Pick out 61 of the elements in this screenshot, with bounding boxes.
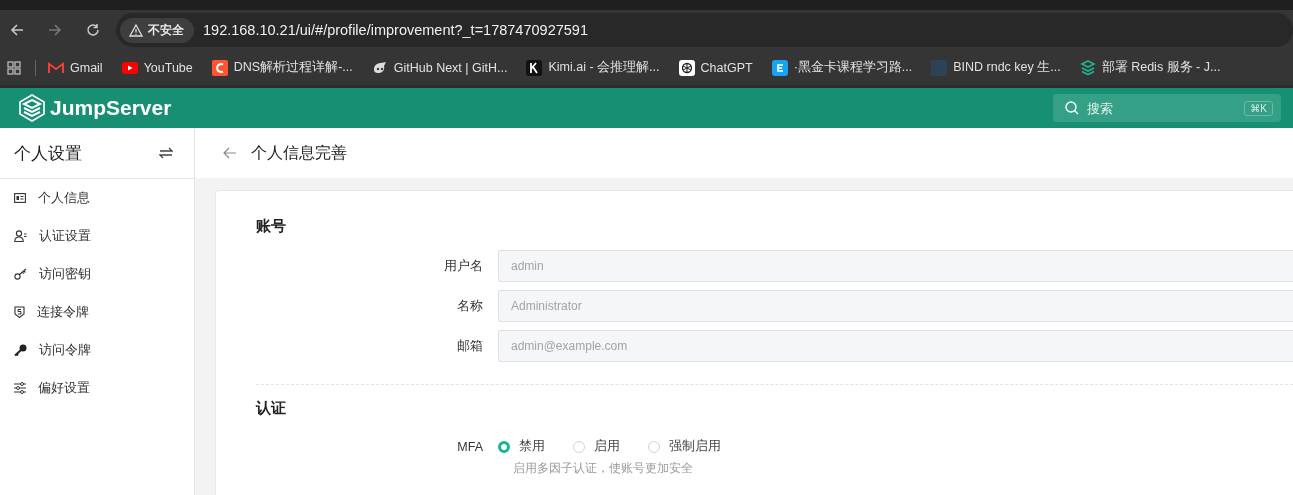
key-icon (14, 268, 27, 280)
sidebar-title: 个人设置 (14, 142, 82, 165)
bookmark[interactable]: BIND rndc key 生... (931, 59, 1061, 76)
bookmark[interactable]: ·黑金卡课程学习路... (771, 59, 913, 76)
url-text: 192.168.10.21/ui/#/profile/improvement?_t=1787470927591 (203, 22, 588, 38)
sidebar-item[interactable]: 偏好设置 (0, 369, 194, 407)
radio-option[interactable]: 强制启用 (648, 438, 721, 455)
swap-arrows-icon[interactable] (159, 147, 173, 159)
sidebar-item[interactable]: 个人信息 (0, 179, 194, 217)
letter-e-icon (771, 59, 788, 76)
section-title: 认证 (256, 399, 287, 418)
shield-icon (14, 306, 25, 318)
sidebar-item[interactable]: 连接令牌 (0, 293, 194, 331)
id-card-icon (14, 193, 26, 203)
shortcut-badge: ⌘K (1244, 100, 1273, 116)
address-bar[interactable]: 不安全 192.168.10.21/ui/#/profile/improvement?_t=1787470927591 (116, 13, 1293, 47)
photo-placeholder (931, 59, 948, 76)
play-icon (121, 61, 138, 74)
sidebar-item[interactable]: 访问令牌 (0, 331, 194, 369)
letter-k-icon (526, 59, 543, 76)
security-label: 不安全 (148, 21, 184, 39)
sliders-icon (14, 382, 26, 394)
sidebar-item[interactable]: 访问密钥 (0, 255, 194, 293)
radio-button[interactable] (573, 440, 585, 453)
radio-option[interactable]: 启用 (573, 438, 620, 455)
logo-text: JumpServer (50, 96, 172, 120)
bookmark[interactable]: DNS解析过程详解-... (211, 59, 353, 76)
envelope-m-icon (48, 61, 64, 74)
bookmark[interactable]: Gmail (48, 60, 103, 75)
knot-logo-icon (678, 59, 695, 76)
page-title: 个人信息完善 (251, 142, 347, 163)
bookmark[interactable]: GitHub Next | GitH... (371, 60, 508, 75)
back-arrow-icon[interactable] (223, 147, 237, 159)
reload-icon[interactable] (86, 23, 100, 37)
stacked-layers-icon (1079, 59, 1096, 76)
bookmark[interactable]: YouTube (121, 60, 193, 75)
octocat-icon (371, 60, 388, 75)
back-arrow-icon[interactable] (10, 23, 24, 37)
search-input[interactable]: 搜索 (1085, 99, 1239, 117)
search-icon (1065, 101, 1079, 115)
field-hint: 启用多因子认证，使账号更加安全 (513, 461, 694, 476)
field-label: 名称 (456, 297, 484, 315)
field-label: 用户名 (443, 257, 484, 275)
layers-logo-icon (18, 94, 46, 122)
radio-button[interactable] (648, 440, 660, 453)
forward-arrow-icon[interactable] (48, 23, 62, 37)
section-title: 账号 (256, 217, 287, 236)
user-icon (14, 230, 27, 242)
warning-icon (129, 23, 143, 37)
bookmark[interactable]: Kimi.ai - 会推理解... (526, 59, 660, 76)
letter-c-icon (211, 59, 228, 76)
sidebar-item[interactable]: 认证设置 (0, 217, 194, 255)
bookmark[interactable]: ChatGPT (678, 59, 753, 76)
radio-button[interactable] (498, 440, 510, 453)
field-label: 邮箱 (456, 337, 484, 355)
field-label: MFA (456, 439, 484, 454)
apps-grid-icon[interactable] (7, 60, 21, 75)
security-chip[interactable]: 不安全 (120, 17, 194, 43)
key-icon (14, 344, 27, 356)
bookmark[interactable]: 部署 Redis 服务 - J... (1079, 59, 1221, 76)
radio-option[interactable]: 禁用 (498, 438, 545, 455)
